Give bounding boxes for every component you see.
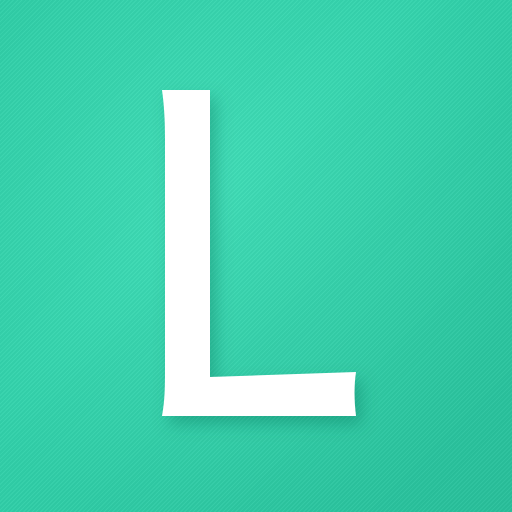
app-icon[interactable] xyxy=(0,0,512,512)
letter-l-shape xyxy=(162,90,356,416)
letter-l-logo-icon xyxy=(162,90,356,416)
